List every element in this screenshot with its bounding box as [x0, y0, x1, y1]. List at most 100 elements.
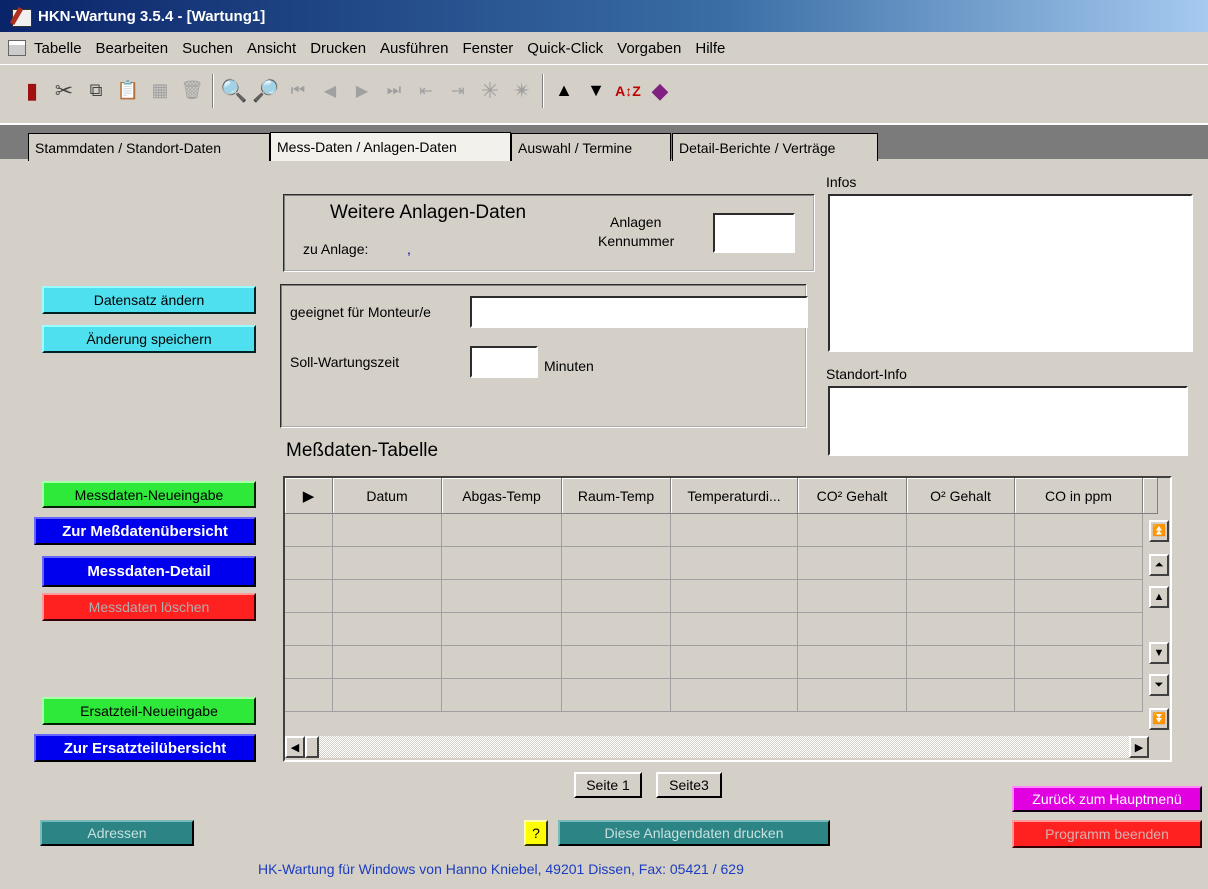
menu-fenster[interactable]: Fenster [462, 40, 513, 57]
table-cell[interactable] [562, 646, 671, 679]
table-cell[interactable] [671, 547, 798, 580]
help-button[interactable]: ? [524, 820, 548, 846]
table-cell[interactable] [562, 580, 671, 613]
scroll-left-icon[interactable]: ◀ [285, 736, 305, 758]
tab-stammdaten[interactable]: Stammdaten / Standort-Daten [28, 133, 270, 161]
menu-ansicht[interactable]: Ansicht [247, 40, 296, 57]
soll-wartungszeit-field[interactable] [470, 346, 538, 378]
table-cell[interactable] [562, 514, 671, 547]
programm-beenden-button[interactable]: Programm beenden [1012, 820, 1202, 848]
menu-drucken[interactable]: Drucken [310, 40, 366, 57]
zur-messdatenuebersicht-button[interactable]: Zur Meßdatenübersicht [34, 517, 256, 545]
column-header-o2-gehalt[interactable]: O² Gehalt [907, 478, 1015, 514]
last-record-icon[interactable]: ⏭ [378, 74, 410, 108]
previous-record-icon[interactable]: ◀ [314, 74, 346, 108]
table-cell[interactable] [1015, 547, 1143, 580]
table-cell[interactable] [671, 679, 798, 712]
column-header-more[interactable] [1143, 478, 1158, 514]
column-header-abgas-temp[interactable]: Abgas-Temp [442, 478, 562, 514]
tab-detail-berichte[interactable]: Detail-Berichte / Verträge [672, 133, 878, 161]
table-cell[interactable] [442, 514, 562, 547]
table-cell[interactable] [442, 547, 562, 580]
row-selector-cell[interactable] [285, 646, 333, 679]
horizontal-scrollbar[interactable]: ◀ ▶ [285, 736, 1149, 758]
new-record-icon[interactable]: ✳ [474, 74, 506, 108]
datensatz-aendern-button[interactable]: Datensatz ändern [42, 286, 256, 314]
delete-icon[interactable]: 🗑 [176, 74, 208, 108]
monteur-field[interactable] [470, 296, 808, 328]
sort-az-icon[interactable]: A↕Z [612, 74, 644, 108]
table-cell[interactable] [562, 679, 671, 712]
messdaten-loeschen-button[interactable]: Messdaten löschen [42, 593, 256, 621]
scroll-page-down-icon[interactable]: ⏷ [1149, 674, 1169, 696]
scroll-down-icon[interactable]: ▼ [1149, 642, 1169, 664]
paste-icon[interactable]: 📋 [112, 74, 144, 108]
table-cell[interactable] [671, 514, 798, 547]
anlagendaten-drucken-button[interactable]: Diese Anlagendaten drucken [558, 820, 830, 846]
menu-quick-click[interactable]: Quick-Click [527, 40, 603, 57]
book-icon[interactable]: ◆ [644, 74, 676, 108]
column-header-raum-temp[interactable]: Raum-Temp [562, 478, 671, 514]
table-cell[interactable] [671, 646, 798, 679]
adressen-button[interactable]: Adressen [40, 820, 194, 846]
scroll-page-up-icon[interactable]: ⏶ [1149, 554, 1169, 576]
aenderung-speichern-button[interactable]: Änderung speichern [42, 325, 256, 353]
table-row[interactable] [285, 580, 1143, 613]
table-cell[interactable] [671, 613, 798, 646]
menu-suchen[interactable]: Suchen [182, 40, 233, 57]
column-header-datum[interactable]: Datum [333, 478, 442, 514]
seite-3-button[interactable]: Seite3 [656, 772, 722, 798]
table-cell[interactable] [907, 514, 1015, 547]
infos-field[interactable] [828, 194, 1193, 352]
scroll-top-icon[interactable]: ⏫ [1149, 520, 1169, 542]
table-cell[interactable] [333, 514, 442, 547]
first-record-icon[interactable]: ⏮ [282, 74, 314, 108]
table-cell[interactable] [1015, 514, 1143, 547]
table-cell[interactable] [798, 679, 907, 712]
messdaten-detail-button[interactable]: Messdaten-Detail [42, 556, 256, 587]
table-cell[interactable] [333, 547, 442, 580]
sort-down-icon[interactable]: ▼ [580, 74, 612, 108]
table-cell[interactable] [907, 580, 1015, 613]
vertical-scrollbar[interactable]: ⏫ ⏶ ▲ ▼ ⏷ ⏬ [1148, 514, 1170, 736]
search-next-icon[interactable]: 🔎 [250, 74, 282, 108]
row-selector-cell[interactable] [285, 580, 333, 613]
tab-mess-daten[interactable]: Mess-Daten / Anlagen-Daten [270, 132, 511, 161]
menu-tabelle[interactable]: Tabelle [34, 40, 82, 57]
copy-icon[interactable]: ⧉ [80, 74, 112, 108]
row-selector-cell[interactable] [285, 514, 333, 547]
table-cell[interactable] [907, 547, 1015, 580]
row-selector-cell[interactable] [285, 679, 333, 712]
table-menu-icon[interactable] [8, 40, 26, 56]
standort-info-field[interactable] [828, 386, 1188, 456]
table-cell[interactable] [1015, 613, 1143, 646]
table-row[interactable] [285, 514, 1143, 547]
column-header-co-ppm[interactable]: CO in ppm [1015, 478, 1143, 514]
cut-icon[interactable]: ✂ [48, 74, 80, 108]
scroll-thumb[interactable] [305, 736, 319, 758]
table-cell[interactable] [1015, 679, 1143, 712]
table-cell[interactable] [907, 679, 1015, 712]
next-new-icon[interactable]: ⇥ [442, 74, 474, 108]
seite-1-button[interactable]: Seite 1 [574, 772, 642, 798]
table-row[interactable] [285, 646, 1143, 679]
insert-record-icon[interactable]: ▦ [144, 74, 176, 108]
table-cell[interactable] [333, 580, 442, 613]
zurueck-hauptmenue-button[interactable]: Zurück zum Hauptmenü [1012, 786, 1202, 812]
menu-vorgaben[interactable]: Vorgaben [617, 40, 681, 57]
table-cell[interactable] [562, 613, 671, 646]
table-cell[interactable] [798, 514, 907, 547]
table-cell[interactable] [333, 679, 442, 712]
next-record-icon[interactable]: ▶ [346, 74, 378, 108]
table-cell[interactable] [442, 613, 562, 646]
column-header-co2-gehalt[interactable]: CO² Gehalt [798, 478, 907, 514]
messdaten-neueingabe-button[interactable]: Messdaten-Neueingabe [42, 481, 256, 508]
scroll-up-icon[interactable]: ▲ [1149, 586, 1169, 608]
previous-new-icon[interactable]: ⇤ [410, 74, 442, 108]
table-cell[interactable] [798, 580, 907, 613]
table-row[interactable] [285, 679, 1143, 712]
table-cell[interactable] [907, 613, 1015, 646]
table-row[interactable] [285, 547, 1143, 580]
table-cell[interactable] [798, 547, 907, 580]
row-selector-cell[interactable] [285, 547, 333, 580]
